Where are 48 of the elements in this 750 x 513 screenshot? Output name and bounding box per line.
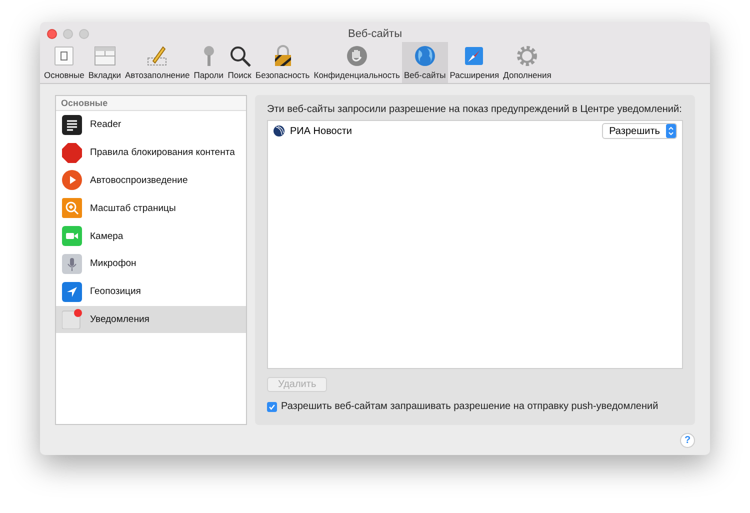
sidebar-item[interactable]: Масштаб страницы — [56, 194, 246, 222]
stepper-arrows-icon — [666, 124, 676, 138]
toolbar-tab[interactable]: Вкладки — [86, 42, 123, 83]
toolbar-tab[interactable]: Конфиденциальность — [312, 42, 402, 83]
toolbar-tab[interactable]: Дополнения — [501, 42, 554, 83]
search-icon — [228, 44, 252, 68]
description-text: Эти веб-сайты запросили разрешение на показ предупреждений в Центре уведомлений: — [267, 104, 683, 115]
toolbar-tab[interactable]: Пароли — [192, 42, 226, 83]
checkbox[interactable] — [267, 402, 277, 412]
sidebar-item-label: Камера — [90, 230, 124, 242]
sidebar-item[interactable]: Микрофон — [56, 250, 246, 278]
microphone-icon — [62, 254, 82, 274]
switch-icon — [52, 44, 76, 68]
checkbox-label: Разрешить веб-сайтам запрашивать разрешение на отправку push-уведомлений — [281, 401, 658, 412]
pencil-icon — [145, 44, 170, 68]
sidebar-item[interactable]: Уведомления — [56, 306, 246, 334]
play-icon — [62, 170, 82, 190]
sidebar-item[interactable]: Геопозиция — [56, 278, 246, 306]
gear-icon — [515, 44, 540, 68]
sidebar-item-label: Автовоспроизведение — [90, 174, 188, 186]
sidebar-item-label: Геопозиция — [90, 286, 141, 298]
permission-dropdown[interactable]: Разрешить — [602, 123, 677, 139]
window-title: Веб-сайты — [348, 28, 403, 40]
reader-icon — [62, 114, 82, 135]
close-button[interactable] — [47, 29, 57, 39]
sidebar-item[interactable]: Reader — [56, 111, 246, 139]
globe-icon — [412, 44, 437, 68]
sidebar-item[interactable]: Камера — [56, 222, 246, 250]
site-logo-icon — [273, 125, 285, 137]
sidebar-item-label: Микрофон — [90, 258, 136, 270]
sidebar-item-label: Масштаб страницы — [90, 202, 176, 214]
website-name: РИА Новости — [290, 126, 354, 136]
sidebar-item[interactable]: Автовоспроизведение — [56, 166, 246, 194]
sidebar-item[interactable]: Правила блокирования контента — [56, 138, 246, 167]
toolbar-tab[interactable]: Автозаполнение — [122, 42, 192, 83]
toolbar-tab[interactable]: Поиск — [226, 42, 254, 83]
notification-icon — [62, 309, 82, 330]
sidebar-item-label: Уведомления — [90, 314, 150, 325]
toolbar-tab[interactable]: Веб-сайты — [402, 42, 448, 83]
sidebar-item-label: Reader — [90, 119, 122, 130]
toolbar-tab[interactable]: Основные — [42, 42, 86, 83]
toolbar-tab[interactable]: Безопасность — [254, 42, 312, 83]
toolbar-tab[interactable]: Расширения — [448, 42, 502, 83]
video-camera-icon — [62, 226, 82, 246]
section-heading: Основные — [56, 96, 246, 111]
stop-sign-icon — [62, 142, 82, 163]
sidebar-item-label: Правила блокирования контента — [90, 147, 235, 158]
zoom-icon — [62, 198, 82, 218]
